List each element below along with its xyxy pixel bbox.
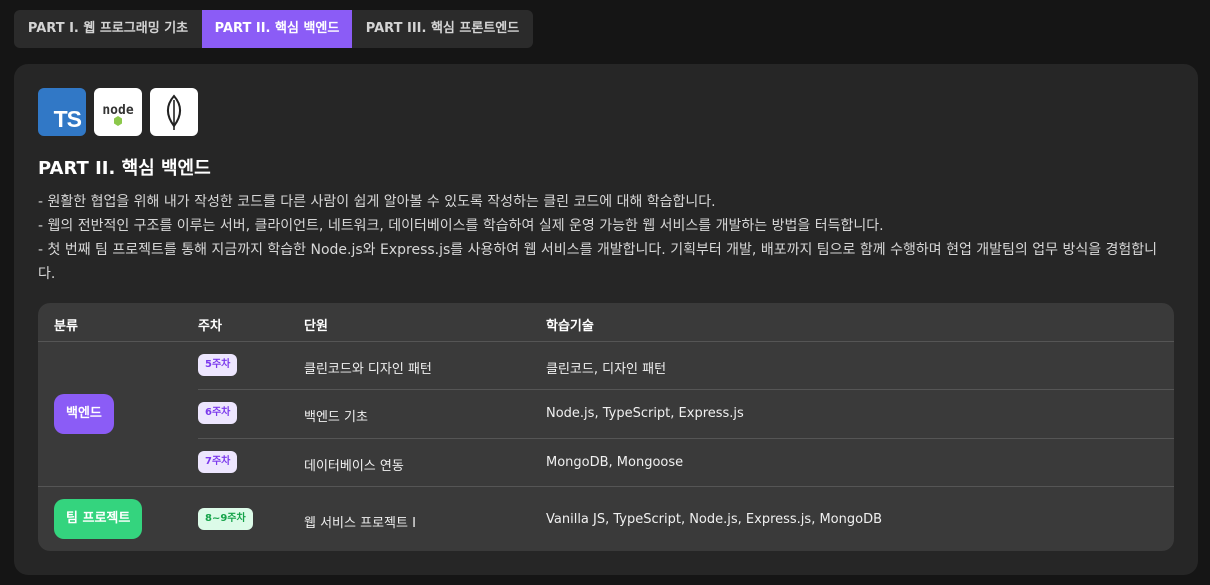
tab-part-1[interactable]: PART I. 웹 프로그래밍 기초 (14, 10, 202, 48)
mongodb-leaf-icon (150, 88, 198, 136)
week-badge: 8~9주차 (198, 508, 253, 530)
unit-cell: 웹 서비스 프로젝트 I (304, 516, 416, 531)
tech-logos: TS node (38, 88, 198, 136)
description-line: - 웹의 전반적인 구조를 이루는 서버, 클라이언트, 네트워크, 데이터베이… (38, 218, 884, 234)
unit-cell: 클린코드와 디자인 패턴 (304, 362, 432, 377)
header-divider (38, 341, 1174, 342)
nodejs-logo-text: node (102, 103, 133, 118)
week-badge: 6주차 (198, 402, 238, 424)
unit-cell: 데이터베이스 연동 (304, 459, 404, 474)
category-badge-backend: 백엔드 (54, 394, 114, 434)
typescript-logo-icon: TS (38, 88, 86, 136)
header-category: 분류 (54, 319, 78, 334)
skills-cell: MongoDB, Mongoose (546, 455, 684, 470)
section-description: - 원활한 협업을 위해 내가 작성한 코드를 다른 사람이 쉽게 알아볼 수 … (38, 190, 1174, 286)
description-line: - 첫 번째 팀 프로젝트를 통해 지금까지 학습한 Node.js와 Expr… (38, 242, 1158, 282)
unit-cell: 백엔드 기초 (304, 410, 368, 425)
tab-part-2[interactable]: PART II. 핵심 백엔드 (202, 10, 352, 48)
header-week: 주차 (198, 319, 222, 334)
nodejs-logo-icon: node (94, 88, 142, 136)
row-divider (198, 438, 1174, 439)
skills-cell: Vanilla JS, TypeScript, Node.js, Express… (546, 512, 883, 527)
curriculum-card: TS node PART II. 핵심 백엔드 - 원활한 협업을 위해 내가 … (14, 64, 1198, 575)
header-skills: 학습기술 (546, 319, 594, 334)
row-divider (198, 389, 1174, 390)
week-badge: 7주차 (198, 451, 238, 473)
tab-part-3[interactable]: PART III. 핵심 프론트엔드 (352, 10, 533, 48)
section-title: PART II. 핵심 백엔드 (38, 158, 211, 179)
week-badge: 5주차 (198, 354, 238, 376)
typescript-logo-text: TS (53, 106, 82, 132)
part-tab-bar: PART I. 웹 프로그래밍 기초 PART II. 핵심 백엔드 PART … (14, 10, 533, 48)
header-unit: 단원 (304, 319, 328, 334)
category-badge-team-project: 팀 프로젝트 (54, 499, 143, 539)
skills-cell: 클린코드, 디자인 패턴 (546, 362, 667, 377)
group-divider (38, 486, 1174, 487)
curriculum-table: 분류 주차 단원 학습기술 백엔드 5주차 클린코드와 디자인 패턴 클린코드,… (38, 303, 1174, 551)
skills-cell: Node.js, TypeScript, Express.js (546, 406, 744, 421)
description-line: - 원활한 협업을 위해 내가 작성한 코드를 다른 사람이 쉽게 알아볼 수 … (38, 194, 716, 210)
